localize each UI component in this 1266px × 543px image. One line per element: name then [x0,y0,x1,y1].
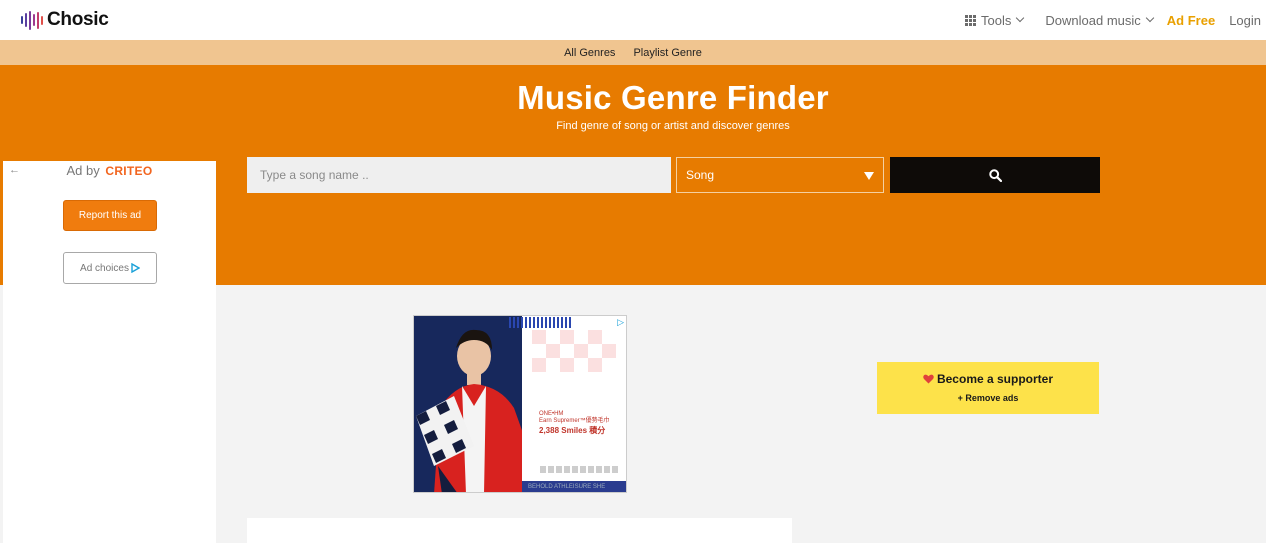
person-illustration [414,316,524,492]
top-navbar: Chosic Tools Download music Ad Free Logi… [0,0,1266,40]
banner-fine-print [540,466,620,473]
song-search-input[interactable] [247,157,671,193]
nav-login[interactable]: Login [1229,13,1261,28]
ad-by-label: Ad by CRITEO [3,163,216,178]
subnav-playlist-genre[interactable]: Playlist Genre [633,47,701,59]
ad-choices-icon [131,263,140,273]
banner-promo-text: ONE•HM Earn Supremer™優勢毛巾 [539,411,610,424]
banner-stripes [509,317,571,328]
grid-icon [965,14,977,26]
search-type-value: Song [686,168,715,182]
chevron-down-icon [1016,13,1025,23]
ad-choices-icon[interactable]: ▷ [617,317,624,328]
heart-icon [923,374,934,384]
page-subtitle: Find genre of song or artist and discove… [556,120,790,132]
nav-tools[interactable]: Tools [965,12,1025,28]
genre-subnav: All Genres Playlist Genre [0,40,1266,65]
nav-download-music[interactable]: Download music [1045,12,1155,28]
page-title: Music Genre Finder [517,79,829,116]
ad-by-text: Ad by [66,163,100,178]
report-ad-button[interactable]: Report this ad [63,200,157,231]
criteo-logo: CRITEO [105,164,153,178]
supporter-title: Become a supporter [877,372,1099,386]
remove-ads-label: + Remove ads [957,393,1019,403]
banner-ad[interactable]: ▷ ONE•HM Earn Supremer™優勢毛巾 2,388 Smiles… [413,315,627,493]
chevron-down-icon [1145,13,1155,23]
banner-footer: BEHOLD ATHLEISURE SHE [522,481,626,492]
search-button[interactable] [890,157,1100,193]
nav-tools-label: Tools [981,12,1012,28]
brand-logo[interactable]: Chosic [21,9,109,31]
ad-choices-label: Ad choices [80,262,129,274]
search-type-select[interactable]: Song [676,157,884,193]
brand-name: Chosic [47,9,109,30]
content-card [247,518,792,543]
nav-download-label: Download music [1045,12,1141,28]
banner-ad-photo [414,316,524,492]
caret-down-icon [864,172,874,180]
search-icon [988,168,1002,182]
nav-ad-free[interactable]: Ad Free [1167,13,1215,28]
subnav-all-genres[interactable]: All Genres [564,47,615,59]
nav-menu: Tools Download music Ad Free Login [965,0,1266,40]
banner-promo-headline: 2,388 Smiles 積分 [539,426,606,435]
criteo-ad-panel: ← Ad by CRITEO Report this ad Ad choices [3,161,216,543]
logo-waveform-icon [21,10,43,30]
ad-choices-button[interactable]: Ad choices [63,252,157,284]
become-supporter-button[interactable]: Become a supporter + Remove ads [877,362,1099,414]
